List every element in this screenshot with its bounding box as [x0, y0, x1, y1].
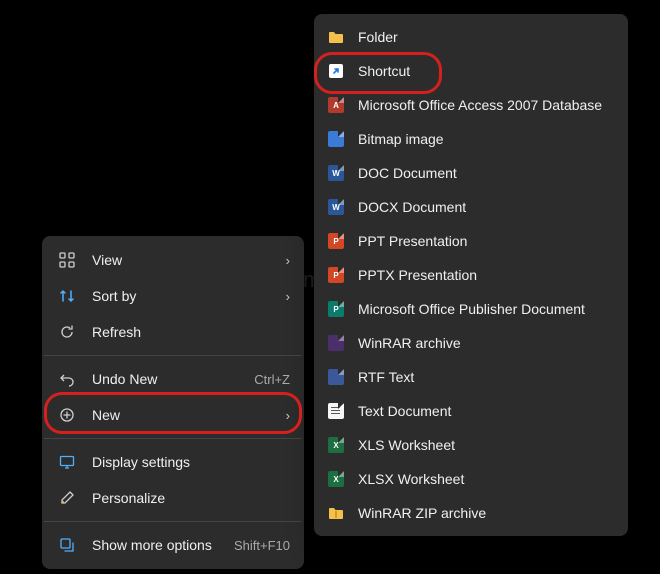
- separator: [44, 355, 302, 356]
- submenu-item-rtf[interactable]: RTF Text: [314, 360, 628, 394]
- submenu-item-access-db[interactable]: A Microsoft Office Access 2007 Database: [314, 88, 628, 122]
- menu-label: Microsoft Office Publisher Document: [358, 301, 614, 317]
- ppt-icon: P: [326, 232, 346, 250]
- menu-label: RTF Text: [358, 369, 614, 385]
- menu-label: Show more options: [92, 537, 234, 553]
- display-settings-icon: [56, 453, 78, 471]
- pptx-icon: P: [326, 266, 346, 284]
- submenu-item-zip[interactable]: WinRAR ZIP archive: [314, 496, 628, 530]
- menu-label: XLS Worksheet: [358, 437, 614, 453]
- chevron-right-icon: ›: [286, 289, 290, 304]
- submenu-item-shortcut[interactable]: Shortcut: [314, 54, 628, 88]
- menu-item-view[interactable]: View ›: [42, 242, 304, 278]
- menu-label: PPT Presentation: [358, 233, 614, 249]
- zip-icon: [326, 504, 346, 522]
- submenu-item-ppt[interactable]: P PPT Presentation: [314, 224, 628, 258]
- shortcut-text: Shift+F10: [234, 538, 290, 553]
- separator: [44, 521, 302, 522]
- new-icon: [56, 406, 78, 424]
- menu-label: DOCX Document: [358, 199, 614, 215]
- submenu-item-pptx[interactable]: P PPTX Presentation: [314, 258, 628, 292]
- submenu-item-text[interactable]: Text Document: [314, 394, 628, 428]
- submenu-item-bitmap[interactable]: Bitmap image: [314, 122, 628, 156]
- menu-label: View: [92, 252, 286, 268]
- menu-item-undo[interactable]: Undo New Ctrl+Z: [42, 361, 304, 397]
- menu-label: DOC Document: [358, 165, 614, 181]
- menu-label: XLSX Worksheet: [358, 471, 614, 487]
- publisher-icon: P: [326, 300, 346, 318]
- menu-label: Shortcut: [358, 63, 614, 79]
- desktop-context-menu: View › Sort by › Refresh Undo New Ctrl+Z…: [42, 236, 304, 569]
- menu-label: Text Document: [358, 403, 614, 419]
- menu-label: Folder: [358, 29, 614, 45]
- submenu-item-xls[interactable]: X XLS Worksheet: [314, 428, 628, 462]
- shortcut-icon: [326, 62, 346, 80]
- separator: [44, 438, 302, 439]
- menu-label: Bitmap image: [358, 131, 614, 147]
- menu-label: Refresh: [92, 324, 290, 340]
- access-icon: A: [326, 96, 346, 114]
- xlsx-icon: X: [326, 470, 346, 488]
- submenu-item-doc[interactable]: W DOC Document: [314, 156, 628, 190]
- menu-label: Display settings: [92, 454, 290, 470]
- menu-label: Microsoft Office Access 2007 Database: [358, 97, 614, 113]
- menu-item-personalize[interactable]: Personalize: [42, 480, 304, 516]
- menu-item-sort-by[interactable]: Sort by ›: [42, 278, 304, 314]
- submenu-item-winrar[interactable]: WinRAR archive: [314, 326, 628, 360]
- menu-label: New: [92, 407, 286, 423]
- shortcut-text: Ctrl+Z: [254, 372, 290, 387]
- menu-label: PPTX Presentation: [358, 267, 614, 283]
- refresh-icon: [56, 323, 78, 341]
- submenu-item-docx[interactable]: W DOCX Document: [314, 190, 628, 224]
- new-submenu: Folder Shortcut A Microsoft Office Acces…: [314, 14, 628, 536]
- text-icon: [326, 402, 346, 420]
- personalize-icon: [56, 489, 78, 507]
- chevron-right-icon: ›: [286, 408, 290, 423]
- menu-item-refresh[interactable]: Refresh: [42, 314, 304, 350]
- more-options-icon: [56, 536, 78, 554]
- xls-icon: X: [326, 436, 346, 454]
- winrar-icon: [326, 334, 346, 352]
- rtf-icon: [326, 368, 346, 386]
- menu-item-new[interactable]: New ›: [42, 397, 304, 433]
- submenu-item-folder[interactable]: Folder: [314, 20, 628, 54]
- menu-label: WinRAR ZIP archive: [358, 505, 614, 521]
- sort-icon: [56, 287, 78, 305]
- menu-item-display-settings[interactable]: Display settings: [42, 444, 304, 480]
- undo-icon: [56, 370, 78, 388]
- submenu-item-publisher[interactable]: P Microsoft Office Publisher Document: [314, 292, 628, 326]
- bitmap-icon: [326, 130, 346, 148]
- view-icon: [56, 251, 78, 269]
- docx-icon: W: [326, 198, 346, 216]
- chevron-right-icon: ›: [286, 253, 290, 268]
- doc-icon: W: [326, 164, 346, 182]
- menu-label: WinRAR archive: [358, 335, 614, 351]
- menu-item-show-more-options[interactable]: Show more options Shift+F10: [42, 527, 304, 563]
- submenu-item-xlsx[interactable]: X XLSX Worksheet: [314, 462, 628, 496]
- menu-label: Undo New: [92, 371, 254, 387]
- menu-label: Sort by: [92, 288, 286, 304]
- folder-icon: [326, 28, 346, 46]
- menu-label: Personalize: [92, 490, 290, 506]
